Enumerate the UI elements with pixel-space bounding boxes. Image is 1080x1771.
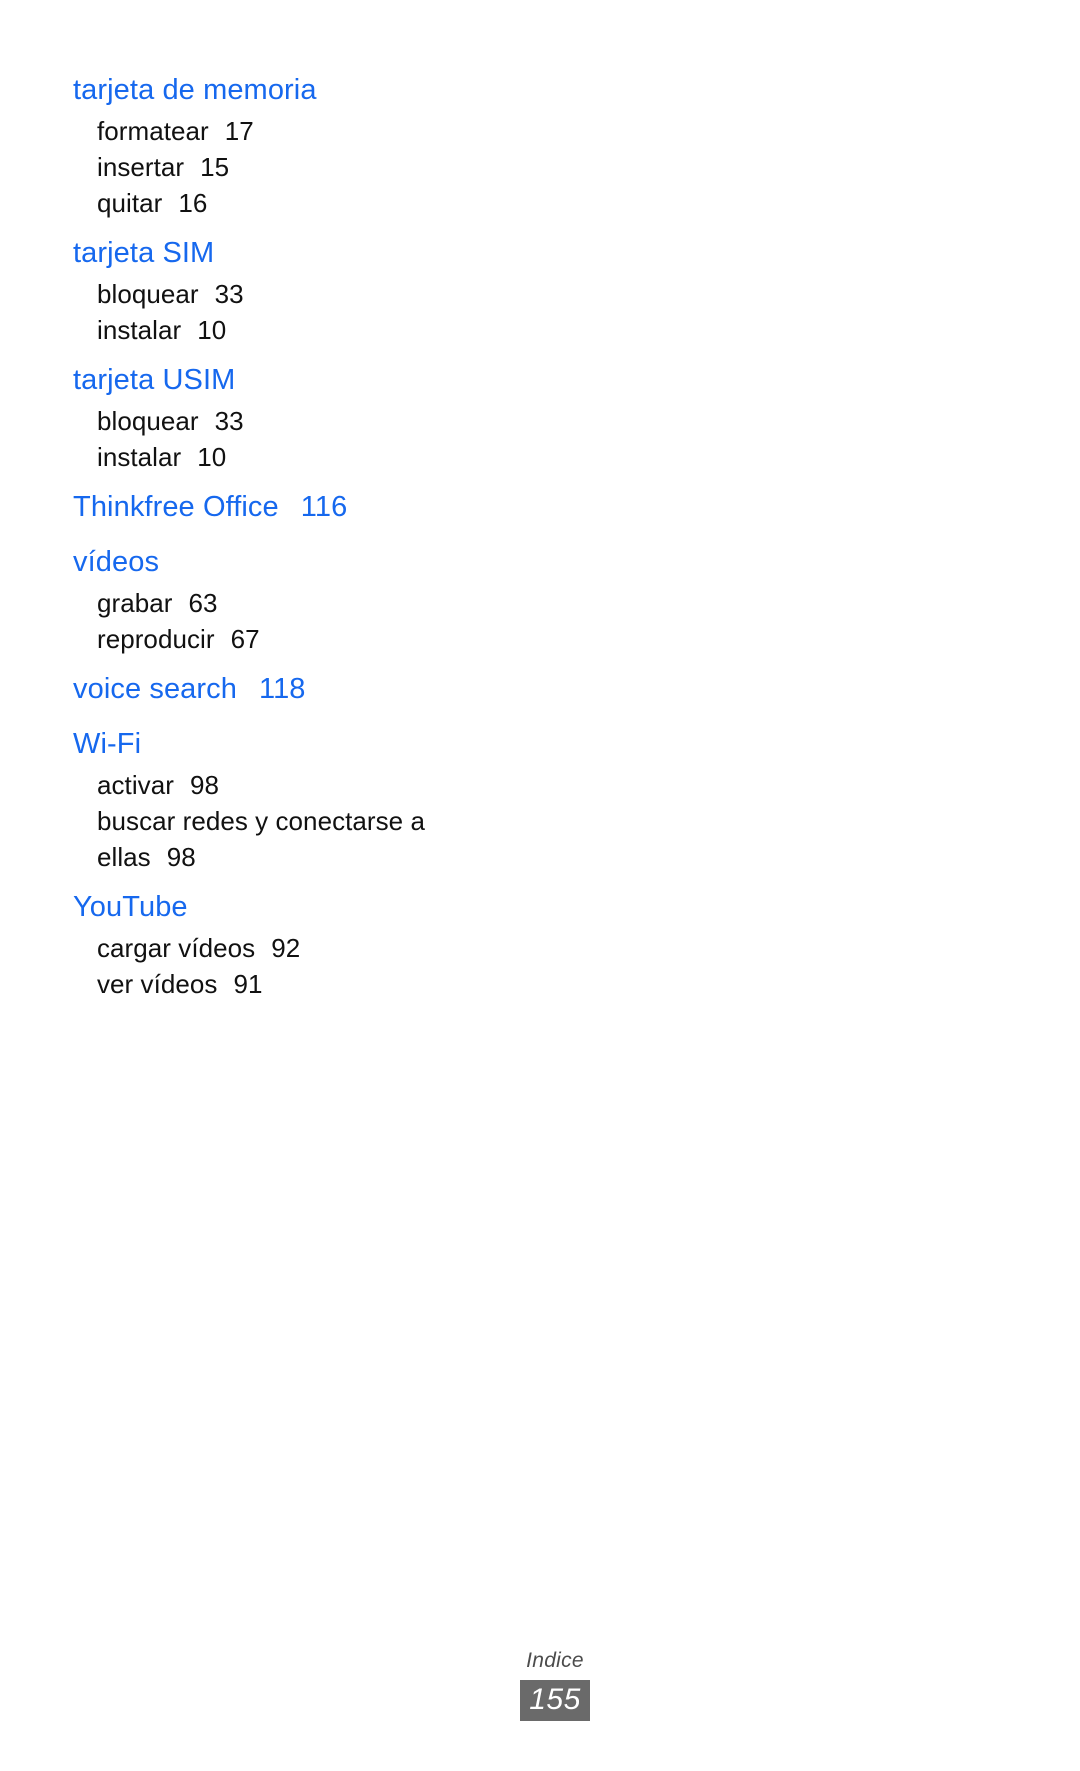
index-group: tarjeta SIM bloquear 33 instalar 10 [73,231,543,348]
index-subentry-page-number: 98 [189,770,219,800]
index-group-heading-label: voice search [73,673,237,705]
index-entry-list: tarjeta de memoria formatear 17 insertar 15 q… [73,68,543,1008]
index-group-heading-label: vídeos [73,546,160,578]
index-subentry-label: quitar [97,188,163,218]
index-subentry-label: formatear [97,116,209,146]
manual-index-page: tarjeta de memoria formatear 17 insertar 15 q… [0,0,1080,1771]
index-subentry-label: grabar [97,588,173,618]
index-subentry-page-number: 63 [188,588,218,618]
index-group-heading-label: Thinkfree Office [73,491,279,523]
index-subentry[interactable]: ver vídeos 91 [73,966,497,1002]
index-subentry[interactable]: buscar redes y conectarse a ellas 98 [73,803,497,875]
index-group: YouTube cargar vídeos 92 ver vídeos 91 [73,885,543,1002]
index-group-heading-page-number: 118 [259,673,306,705]
index-group-heading-page-number: 116 [300,491,348,523]
index-group-heading[interactable]: Thinkfree Office 116 [73,485,543,530]
index-subentry[interactable]: activar 98 [73,767,497,803]
index-subentry-page-number: 91 [233,969,263,999]
index-subentry[interactable]: quitar 16 [73,185,497,221]
index-subentry-label: reproducir [97,624,215,654]
index-subentry-page-number: 10 [197,315,227,345]
index-subentry[interactable]: instalar 10 [73,439,497,475]
index-group: Thinkfree Office 116 [73,485,543,530]
index-subentry-label: activar [97,770,174,800]
index-subentry-list: activar 98 buscar redes y conectarse a ell… [73,767,543,875]
index-subentry[interactable]: bloquear 33 [73,403,497,439]
index-subentry-page-number: 33 [214,406,244,436]
index-group-heading-label: tarjeta USIM [73,364,236,396]
index-group-heading[interactable]: Wi-Fi [73,722,543,767]
index-subentry-label: bloquear [97,406,199,436]
index-subentry[interactable]: cargar vídeos 92 [73,930,497,966]
index-subentry-list: formatear 17 insertar 15 quitar 16 [73,113,543,221]
index-group-heading[interactable]: voice search 118 [73,667,543,712]
index-group-heading[interactable]: tarjeta de memoria [73,68,543,113]
index-group-heading-label: tarjeta de memoria [73,74,317,106]
index-group: tarjeta de memoria formatear 17 insertar 15 q… [73,68,543,221]
index-subentry-page-number: 16 [178,188,208,218]
index-group-heading[interactable]: YouTube [73,885,543,930]
index-group-heading-label: tarjeta SIM [73,237,215,269]
index-subentry-label: instalar [97,442,182,472]
index-group-heading[interactable]: vídeos [73,540,543,585]
index-subentry-label: instalar [97,315,182,345]
index-subentry[interactable]: insertar 15 [73,149,497,185]
index-group-heading[interactable]: tarjeta SIM [73,231,543,276]
index-subentry[interactable]: reproducir 67 [73,621,497,657]
footer-page-number-badge: 155 [520,1680,590,1721]
index-subentry-page-number: 15 [200,152,230,182]
index-group-heading-label: Wi-Fi [73,728,142,760]
index-subentry-label: cargar vídeos [97,933,256,963]
index-subentry-list: bloquear 33 instalar 10 [73,276,543,348]
index-subentry-list: grabar 63 reproducir 67 [73,585,543,657]
index-subentry-page-number: 92 [271,933,301,963]
index-group-heading[interactable]: tarjeta USIM [73,358,543,403]
index-group: tarjeta USIM bloquear 33 instalar 10 [73,358,543,475]
index-subentry-page-number: 10 [197,442,227,472]
index-subentry-label: insertar [97,152,185,182]
index-subentry-label: buscar redes y conectarse a ellas [97,806,425,872]
index-subentry[interactable]: bloquear 33 [73,276,497,312]
index-group-heading-label: YouTube [73,891,188,923]
index-subentry-page-number: 98 [166,842,196,872]
page-footer: Indice 155 [0,1648,1080,1721]
index-subentry-label: bloquear [97,279,199,309]
index-subentry-page-number: 17 [224,116,254,146]
index-subentry[interactable]: grabar 63 [73,585,497,621]
index-group: vídeos grabar 63 reproducir 67 [73,540,543,657]
index-subentry-label: ver vídeos [97,969,218,999]
index-group: voice search 118 [73,667,543,712]
index-group: Wi-Fi activar 98 buscar redes y conectarse … [73,722,543,875]
footer-section-label: Indice [526,1649,584,1672]
index-subentry-page-number: 67 [230,624,260,654]
index-subentry-list: cargar vídeos 92 ver vídeos 91 [73,930,543,1002]
index-subentry[interactable]: formatear 17 [73,113,497,149]
index-subentry-page-number: 33 [214,279,244,309]
index-subentry-list: bloquear 33 instalar 10 [73,403,543,475]
index-subentry[interactable]: instalar 10 [73,312,497,348]
